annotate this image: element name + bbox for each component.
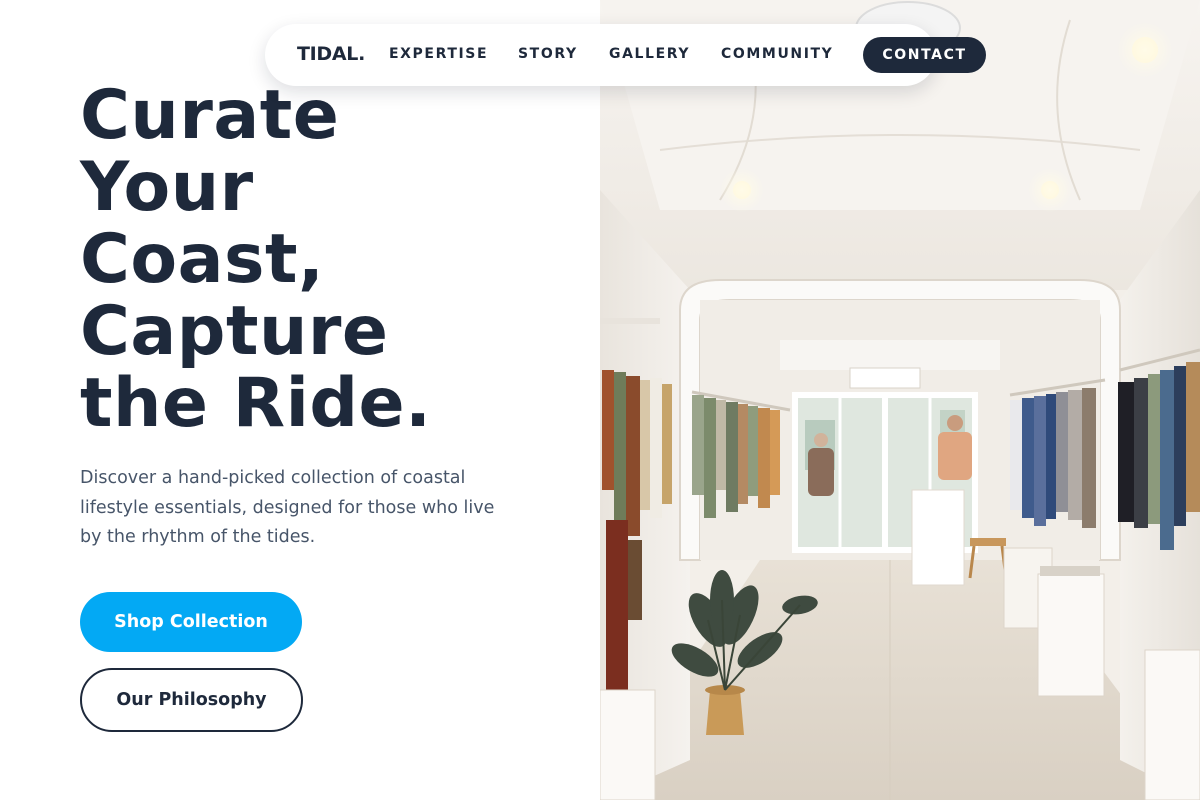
top-nav: TIDAL. EXPERTISE STORY GALLERY COMMUNITY… xyxy=(265,24,986,86)
boutique-interior-image xyxy=(600,0,1200,800)
hero-content: Curate Your Coast, Capture the Ride. Dis… xyxy=(0,0,600,800)
headline-line: Curate xyxy=(80,76,340,155)
headline-line: the Ride. xyxy=(80,364,432,443)
nav-link-story[interactable]: STORY xyxy=(518,46,578,62)
nav-link-gallery[interactable]: GALLERY xyxy=(609,46,690,62)
nav-link-expertise[interactable]: EXPERTISE xyxy=(389,46,488,62)
headline-line: Capture xyxy=(80,292,389,371)
hero-headline: Curate Your Coast, Capture the Ride. xyxy=(80,80,580,440)
hero-subtext: Discover a hand-picked collection of coa… xyxy=(80,468,495,547)
headline-line: Coast, xyxy=(80,220,325,299)
shop-collection-button[interactable]: Shop Collection xyxy=(80,592,302,652)
nav-link-community[interactable]: COMMUNITY xyxy=(721,46,833,62)
boutique-interior-photo xyxy=(600,0,1200,800)
headline-line: Your xyxy=(80,148,254,227)
tidal-logo[interactable]: TIDAL. xyxy=(297,43,365,65)
our-philosophy-button[interactable]: Our Philosophy xyxy=(80,668,303,732)
contact-button[interactable]: CONTACT xyxy=(863,37,986,73)
